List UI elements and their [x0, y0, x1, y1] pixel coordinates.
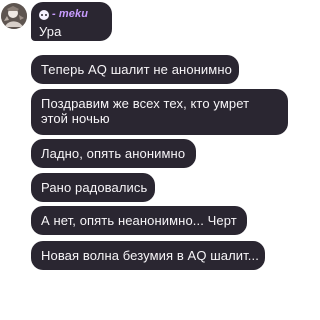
sender-name: - meku: [52, 8, 89, 20]
message-bubble-7[interactable]: Новая волна безумия в AQ шалит...: [31, 241, 265, 270]
message-bubble-6[interactable]: А нет, опять неанонимно... Черт: [31, 206, 247, 235]
message-text-6: А нет, опять неанонимно... Черт: [41, 213, 237, 228]
chat-bubble-icon: [39, 9, 49, 20]
message-bubble-2[interactable]: Теперь AQ шалит не анонимно: [31, 55, 239, 84]
profile-avatar-icon: [1, 3, 27, 29]
message-bubble-5[interactable]: Рано радовались: [31, 173, 155, 202]
sender-avatar[interactable]: [1, 3, 27, 29]
message-text-5: Рано радовались: [41, 180, 148, 195]
message-text-1: Ура: [39, 24, 62, 39]
message-bubble-3[interactable]: Поздравим же всех тех, кто умрет этой но…: [31, 89, 288, 135]
chat-screen: - meku Ура Теперь AQ шалит не анонимно П…: [0, 0, 288, 320]
sender-row: - meku: [39, 8, 104, 21]
message-text-2: Теперь AQ шалит не анонимно: [41, 62, 232, 77]
message-bubble-1[interactable]: - meku Ура: [31, 2, 112, 41]
message-text-3: Поздравим же всех тех, кто умрет этой но…: [41, 96, 250, 126]
message-text-7: Новая волна безумия в AQ шалит...: [41, 248, 259, 263]
message-bubble-4[interactable]: Ладно, опять анонимно: [31, 139, 196, 168]
message-text-4: Ладно, опять анонимно: [41, 146, 186, 161]
